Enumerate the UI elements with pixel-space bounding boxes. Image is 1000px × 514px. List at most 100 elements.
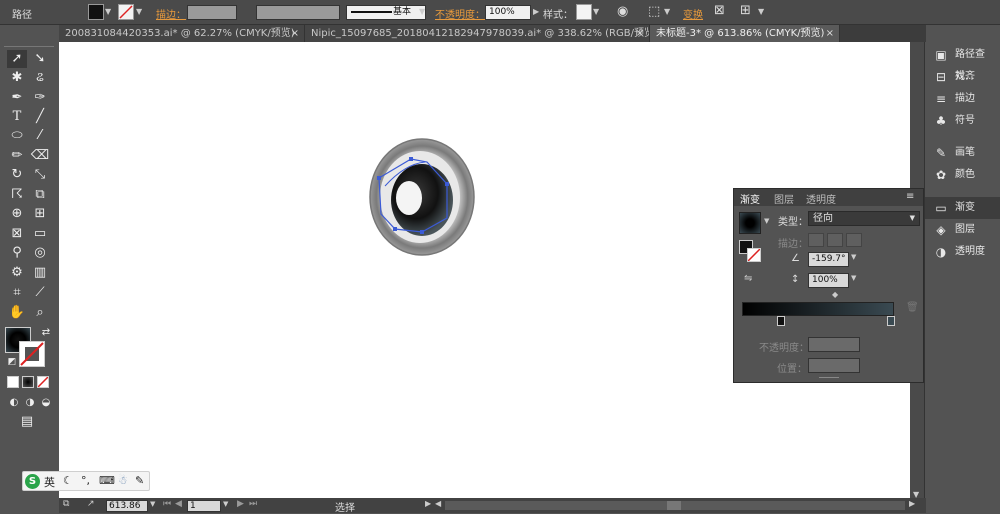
- none-mode-icon[interactable]: [37, 376, 49, 388]
- dock-color[interactable]: ✿ 颜色: [925, 164, 1000, 186]
- ellipse-tool-icon[interactable]: ⬭: [7, 127, 27, 145]
- tab-layers[interactable]: 图层: [774, 191, 794, 206]
- horizontal-scrollbar[interactable]: [445, 501, 905, 510]
- dock-stroke[interactable]: ≡ 描边: [925, 88, 1000, 110]
- gradient-slider[interactable]: [742, 302, 894, 316]
- hscroll-thumb[interactable]: [667, 501, 681, 510]
- prev-artboard-icon[interactable]: ◀: [175, 499, 182, 509]
- last-artboard-icon[interactable]: ⏭: [249, 499, 257, 509]
- magic-wand-tool-icon[interactable]: ✱: [7, 69, 27, 87]
- sogou-logo-icon[interactable]: S: [25, 474, 40, 489]
- shape-builder-tool-icon[interactable]: ⊕: [7, 205, 27, 223]
- paintbrush-tool-icon[interactable]: ⁄: [30, 127, 50, 145]
- tab-doc-2[interactable]: Nipic_15097685_20180412182947978039.ai* …: [305, 25, 650, 42]
- recolor-icon[interactable]: ◉: [617, 4, 628, 19]
- rotate-tool-icon[interactable]: ↻: [7, 166, 27, 184]
- first-artboard-icon[interactable]: ⏮: [163, 499, 171, 509]
- gradient-mode-icon[interactable]: [22, 376, 34, 388]
- keyboard-icon[interactable]: ⌨: [99, 474, 115, 487]
- slice-tool-icon[interactable]: ⟋: [30, 284, 50, 302]
- dock-layers[interactable]: ◈ 图层: [925, 219, 1000, 241]
- moon-icon[interactable]: ☾: [63, 474, 73, 487]
- close-icon[interactable]: ×: [826, 25, 834, 42]
- blend-tool-icon[interactable]: ◎: [30, 244, 50, 262]
- brush-definition-dropdown[interactable]: 基本: [346, 5, 426, 20]
- graphic-style-swatch[interactable]: [576, 4, 592, 20]
- brush-dropdown-icon[interactable]: ▼: [419, 4, 427, 20]
- arrange-icon[interactable]: ⊞: [740, 3, 751, 18]
- toolbox-grip[interactable]: [4, 46, 54, 49]
- eraser-tool-icon[interactable]: ⌫: [30, 147, 50, 165]
- color-stop-left[interactable]: [777, 316, 785, 326]
- artboard-nav-icon[interactable]: ⧉: [63, 499, 69, 509]
- stroke-indicator[interactable]: [19, 341, 45, 367]
- panel-menu-icon[interactable]: ▼: [758, 4, 766, 20]
- column-graph-tool-icon[interactable]: ▥: [30, 264, 50, 282]
- tab-doc-3[interactable]: 未标题-3* @ 613.86% (CMYK/预览) ×: [650, 25, 840, 42]
- aspect-dropdown-icon[interactable]: ▼: [851, 274, 856, 282]
- style-dropdown-icon[interactable]: ▼: [593, 4, 601, 20]
- dock-transparency[interactable]: ◑ 透明度: [925, 241, 1000, 263]
- align-dropdown-icon[interactable]: ▼: [664, 4, 672, 20]
- zoom-dropdown-icon[interactable]: ▼: [150, 500, 155, 508]
- line-tool-icon[interactable]: ╱: [30, 108, 50, 126]
- color-stop-right[interactable]: [887, 316, 895, 326]
- variable-width-dropdown[interactable]: [256, 5, 340, 20]
- gradient-preset-dropdown-icon[interactable]: ▼: [764, 217, 769, 225]
- eyeball-artwork[interactable]: [365, 134, 485, 264]
- opacity-label[interactable]: 不透明度：: [435, 6, 485, 21]
- pencil-tool-icon[interactable]: ✏: [7, 147, 27, 165]
- mesh-tool-icon[interactable]: ⊠: [7, 225, 27, 243]
- angle-field[interactable]: -159.7°: [808, 252, 849, 267]
- hand-tool-icon[interactable]: ✋: [7, 304, 27, 322]
- draw-inside-icon[interactable]: ◒: [36, 394, 56, 412]
- dock-gradient[interactable]: ▭ 渐变: [925, 197, 1000, 219]
- opacity-arrow-icon[interactable]: ▶: [533, 4, 541, 20]
- punctuation-icon[interactable]: °,: [81, 474, 90, 487]
- close-icon[interactable]: ×: [291, 25, 299, 42]
- direct-selection-tool-icon[interactable]: ➘: [30, 50, 50, 68]
- gradient-tool-icon[interactable]: ▭: [30, 225, 50, 243]
- ime-language-toggle[interactable]: 英: [44, 474, 55, 490]
- stroke-weight-field[interactable]: [187, 5, 237, 20]
- skin-icon[interactable]: ☃: [118, 474, 128, 487]
- gradient-stroke-box[interactable]: [747, 248, 761, 262]
- type-tool-icon[interactable]: T: [7, 108, 27, 126]
- align-to-icon[interactable]: ⬚: [648, 4, 660, 19]
- default-colors-icon[interactable]: ◩: [2, 353, 22, 371]
- tab-gradient[interactable]: 渐变: [740, 191, 760, 206]
- screen-mode-icon[interactable]: ▤: [17, 413, 37, 431]
- lasso-tool-icon[interactable]: ଌ: [30, 69, 50, 87]
- free-transform-tool-icon[interactable]: ⧉: [30, 186, 50, 204]
- delete-stop-icon[interactable]: 🗑: [906, 302, 919, 313]
- share-icon[interactable]: ↗: [87, 499, 95, 509]
- status-menu-icon[interactable]: ▶: [425, 499, 431, 508]
- next-artboard-icon[interactable]: ▶: [237, 499, 244, 509]
- tab-transparency[interactable]: 透明度: [806, 191, 836, 206]
- dock-pathfinder[interactable]: ▣ 路径查找...: [925, 44, 1000, 82]
- tab-doc-1[interactable]: 200831084420353.ai* @ 62.27% (CMYK/预览) ×: [59, 25, 305, 42]
- eyedropper-tool-icon[interactable]: ⚲: [7, 244, 27, 262]
- isolate-icon[interactable]: ⊠: [714, 3, 725, 18]
- symbol-sprayer-tool-icon[interactable]: ⚙: [7, 264, 27, 282]
- midpoint-diamond-icon[interactable]: ◆: [832, 290, 838, 299]
- hscroll-right-icon[interactable]: ▶: [909, 499, 915, 508]
- zoom-field[interactable]: 613.86: [106, 500, 148, 512]
- color-mode-icon[interactable]: [7, 376, 19, 388]
- gradient-preview-swatch[interactable]: [739, 212, 761, 234]
- hscroll-left-icon[interactable]: ◀: [435, 499, 441, 508]
- selection-tool-icon[interactable]: ➚: [7, 50, 27, 68]
- wrench-icon[interactable]: ✎: [135, 474, 144, 487]
- stroke-swatch[interactable]: [118, 4, 134, 20]
- panel-resize-grip[interactable]: [819, 377, 839, 380]
- warp-tool-icon[interactable]: ☈: [7, 186, 27, 204]
- swap-fill-stroke-icon[interactable]: ⇄: [36, 324, 56, 342]
- scale-tool-icon[interactable]: ⤡: [30, 166, 50, 184]
- dock-align[interactable]: ⊟ 对齐: [925, 66, 1000, 88]
- artboard-dropdown-icon[interactable]: ▼: [223, 500, 228, 508]
- aspect-ratio-field[interactable]: 100%: [808, 273, 849, 288]
- angle-dropdown-icon[interactable]: ▼: [851, 253, 856, 261]
- opacity-field[interactable]: 100%: [485, 5, 531, 20]
- fill-swatch[interactable]: [88, 4, 104, 20]
- gradient-type-dropdown[interactable]: 径向 ▼: [808, 211, 920, 226]
